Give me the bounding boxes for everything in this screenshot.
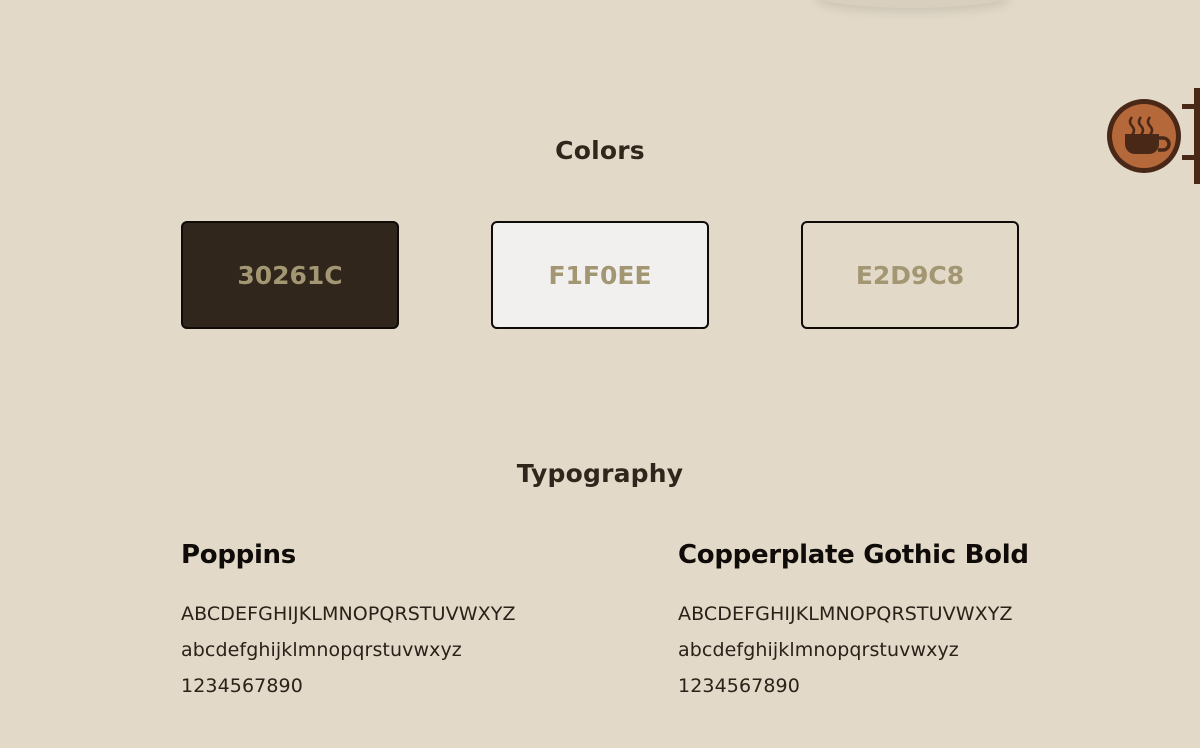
color-swatch-beige: E2D9C8 xyxy=(801,221,1019,329)
font-specimen-poppins: Poppins ABCDEFGHIJKLMNOPQRSTUVWXYZ abcde… xyxy=(181,540,516,704)
font-specimen-copperplate: Copperplate Gothic Bold ABCDEFGHIJKLMNOP… xyxy=(678,540,1029,704)
digits-sample: 1234567890 xyxy=(181,675,303,697)
font-name: Copperplate Gothic Bold xyxy=(678,540,1029,570)
top-decorative-shadow xyxy=(815,0,1010,8)
swatch-hex-label: 30261C xyxy=(237,260,343,290)
colors-section-title: Colors xyxy=(555,136,645,165)
lowercase-sample: abcdefghijklmnopqrstuvwxyz xyxy=(181,639,462,661)
color-swatch-dark: 30261C xyxy=(181,221,399,329)
lowercase-sample: abcdefghijklmnopqrstuvwxyz xyxy=(678,639,959,661)
digits-sample: 1234567890 xyxy=(678,675,800,697)
uppercase-sample: ABCDEFGHIJKLMNOPQRSTUVWXYZ xyxy=(181,603,516,625)
swatch-hex-label: E2D9C8 xyxy=(855,260,965,290)
swatch-hex-label: F1F0EE xyxy=(548,260,652,290)
font-name: Poppins xyxy=(181,540,296,570)
color-swatch-light: F1F0EE xyxy=(491,221,709,329)
typography-section-title: Typography xyxy=(516,459,684,488)
uppercase-sample: ABCDEFGHIJKLMNOPQRSTUVWXYZ xyxy=(678,603,1013,625)
